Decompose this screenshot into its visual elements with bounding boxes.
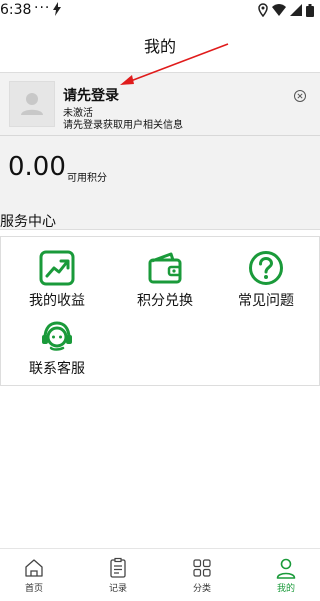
tab-mine[interactable]: 我的 [261, 557, 311, 594]
profile-card[interactable]: 请先登录 未激活 请先登录获取用户相关信息 0.00 可用积分 [0, 72, 320, 230]
service-label: 积分兑换 [137, 293, 193, 309]
tab-label: 我的 [276, 584, 295, 594]
home-icon [25, 559, 43, 577]
battery-icon [306, 3, 314, 17]
services-card: 我的收益 积分兑换 常见问题 联系客服 [0, 236, 320, 386]
tab-label: 首页 [24, 584, 43, 594]
service-label: 联系客服 [29, 361, 85, 377]
points-label: 可用积分 [67, 173, 107, 184]
status-bar: 6:38 ··· [0, 0, 320, 24]
login-hint: 请先登录获取用户相关信息 [63, 120, 183, 131]
service-earnings[interactable]: 我的收益 [17, 250, 97, 310]
close-icon[interactable] [293, 89, 307, 103]
bolt-icon [53, 2, 61, 16]
grid-icon [193, 559, 211, 577]
wallet-icon [148, 252, 182, 284]
clipboard-icon [110, 557, 126, 578]
status-time: 6:38 [0, 2, 32, 18]
wifi-icon [272, 4, 286, 16]
question-icon [249, 251, 283, 285]
default-avatar-icon [21, 93, 43, 115]
service-faq[interactable]: 常见问题 [226, 250, 306, 310]
tab-label: 记录 [108, 584, 127, 594]
login-prompt[interactable]: 请先登录 [63, 85, 119, 105]
service-points-exchange[interactable]: 积分兑换 [125, 250, 205, 310]
tab-categories[interactable]: 分类 [177, 557, 227, 594]
tab-label: 分类 [192, 584, 211, 594]
status-dots: ··· [34, 0, 51, 16]
divider [0, 135, 320, 136]
status-indicators [258, 3, 314, 17]
location-icon [258, 3, 268, 17]
service-label: 常见问题 [238, 293, 294, 309]
bottom-tab-bar: 首页 记录 分类 我的 [0, 548, 320, 601]
tab-home[interactable]: 首页 [9, 557, 59, 594]
user-icon [276, 558, 296, 579]
service-customer-support[interactable]: 联系客服 [17, 318, 97, 378]
earnings-chart-icon [39, 250, 75, 286]
headset-icon [42, 321, 72, 351]
signal-icon [290, 4, 302, 16]
section-title-services: 服务中心 [0, 214, 56, 230]
tab-records[interactable]: 记录 [93, 557, 143, 594]
page-title: 我的 [143, 37, 176, 56]
points-value: 0.00 [8, 152, 66, 182]
service-label: 我的收益 [29, 293, 85, 309]
avatar[interactable] [9, 81, 55, 127]
